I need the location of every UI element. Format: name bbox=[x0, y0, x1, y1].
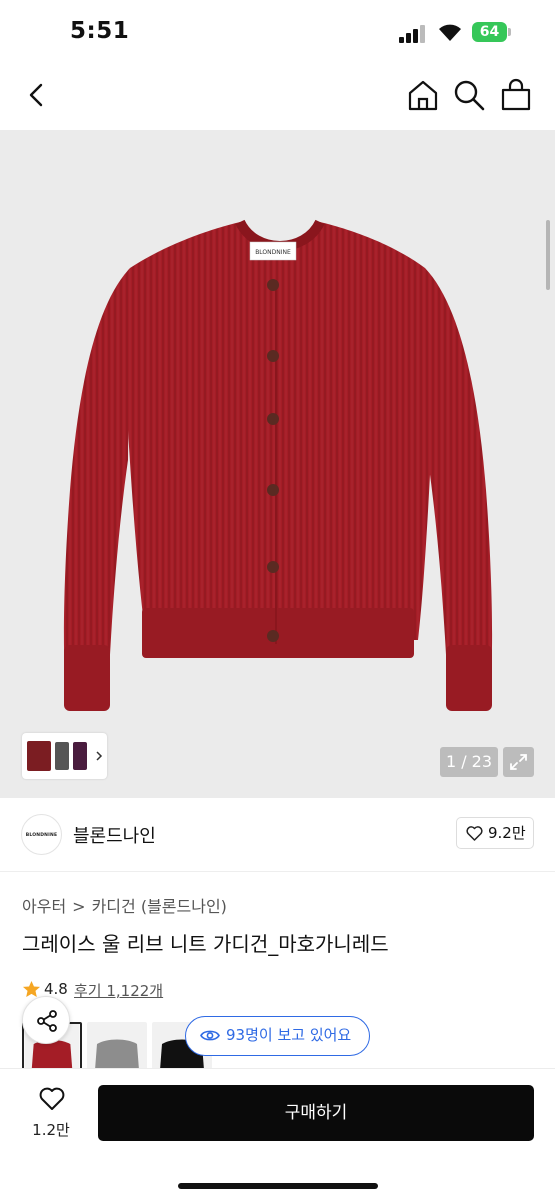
status-time: 5:51 bbox=[70, 18, 130, 44]
breadcrumb: 아우터 > 카디건 (블론드나인) bbox=[22, 893, 227, 917]
heart-icon bbox=[466, 826, 483, 841]
breadcrumb-item[interactable]: 아우터 bbox=[22, 893, 66, 917]
breadcrumb-separator-icon: > bbox=[72, 897, 86, 916]
brand-like-button[interactable]: 9.2만 bbox=[456, 817, 534, 849]
gallery-thumbnail-strip[interactable] bbox=[22, 733, 107, 779]
battery-icon: 64 bbox=[472, 22, 512, 42]
product-title: 그레이스 울 리브 니트 가디건_마호가니레드 bbox=[22, 932, 389, 956]
status-bar: 5:51 64 bbox=[0, 0, 555, 62]
scrollbar[interactable] bbox=[546, 220, 550, 290]
brand-logo[interactable]: BLONDNINE bbox=[21, 814, 62, 855]
star-icon bbox=[22, 980, 41, 998]
chevron-right-icon[interactable] bbox=[94, 746, 104, 766]
brand-like-count: 9.2만 bbox=[488, 824, 526, 842]
home-indicator[interactable] bbox=[178, 1183, 378, 1189]
color-swatch-gray[interactable] bbox=[87, 1022, 147, 1070]
home-icon[interactable] bbox=[406, 78, 440, 112]
bottom-action-bar: 1.2만 구매하기 bbox=[0, 1068, 555, 1200]
wifi-icon bbox=[437, 22, 463, 42]
svg-text:BLONDNINE: BLONDNINE bbox=[255, 249, 291, 256]
share-icon bbox=[37, 1010, 57, 1032]
shopping-bag-icon[interactable] bbox=[500, 78, 532, 112]
viewers-text: 93명이 보고 있어요 bbox=[226, 1026, 352, 1044]
battery-level: 64 bbox=[472, 22, 507, 42]
expand-icon[interactable] bbox=[503, 747, 534, 777]
eye-icon bbox=[200, 1030, 220, 1041]
gallery-counter: 1 / 23 bbox=[440, 747, 498, 777]
wishlist-count: 1.2만 bbox=[32, 1121, 70, 1139]
cardigan-image: BLONDNINE bbox=[63, 219, 493, 711]
search-icon[interactable] bbox=[452, 78, 486, 112]
breadcrumb-item[interactable]: 카디건 (블론드나인) bbox=[92, 893, 227, 917]
brand-row[interactable]: BLONDNINE 블론드나인 9.2만 bbox=[0, 798, 555, 872]
top-nav bbox=[0, 62, 555, 130]
brand-name[interactable]: 블론드나인 bbox=[73, 822, 156, 848]
buy-button[interactable]: 구매하기 bbox=[98, 1085, 534, 1141]
heart-icon bbox=[39, 1087, 64, 1110]
share-button[interactable] bbox=[22, 996, 70, 1044]
wishlist-button[interactable]: 1.2만 bbox=[26, 1087, 76, 1147]
product-image-gallery[interactable]: BLONDNINE 1 / 23 bbox=[0, 130, 555, 798]
chevron-left-icon[interactable] bbox=[22, 80, 52, 110]
cellular-signal-icon bbox=[399, 25, 427, 43]
viewers-badge: 93명이 보고 있어요 bbox=[185, 1016, 370, 1056]
reviews-link[interactable]: 후기 1,122개 bbox=[74, 980, 163, 1001]
